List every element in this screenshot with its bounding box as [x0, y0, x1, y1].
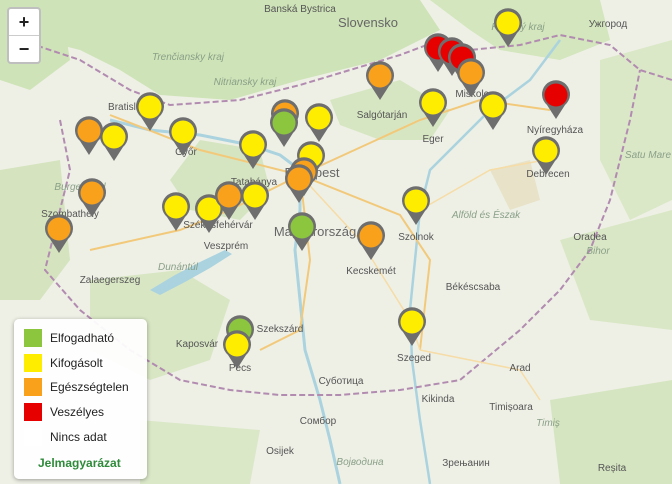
- zoom-control: + −: [7, 7, 41, 64]
- place-label: Војводина: [336, 457, 384, 468]
- place-label: Kikinda: [422, 394, 455, 405]
- place-label: Суботица: [319, 375, 364, 387]
- legend-toggle-link[interactable]: Jelmagyarázat: [38, 456, 121, 470]
- place-label: Osijek: [266, 446, 295, 457]
- place-label: Zalaegerszeg: [80, 275, 141, 286]
- place-label: Зрењанин: [442, 458, 489, 469]
- place-label: Сомбор: [300, 415, 337, 427]
- place-label: Dunántúl: [158, 262, 199, 273]
- legend-label: Egészségtelen: [50, 380, 129, 394]
- legend-panel: Elfogadható Kifogásolt Egészségtelen Ves…: [14, 319, 147, 479]
- legend-label: Veszélyes: [50, 405, 105, 419]
- legend-item-kifogasolt: Kifogásolt: [24, 354, 103, 372]
- place-label: Timiș: [536, 418, 560, 429]
- place-label: Timișoara: [489, 402, 533, 413]
- place-label: Eger: [422, 134, 444, 145]
- place-label: Arad: [509, 363, 530, 374]
- place-label: Szekszárd: [257, 324, 304, 335]
- place-label: Szolnok: [398, 232, 435, 243]
- legend-item-nincs-adat: Nincs adat: [24, 428, 107, 446]
- place-label: Salgótarján: [357, 110, 408, 121]
- place-label: Satu Mare: [625, 150, 672, 161]
- place-label: Ужгород: [589, 19, 628, 30]
- place-label: Kaposvár: [176, 339, 219, 350]
- legend-label: Elfogadható: [50, 331, 115, 345]
- place-label: Székesfehérvár: [183, 220, 253, 231]
- place-label: Nyíregyháza: [527, 125, 584, 136]
- legend-item-elfogadhato: Elfogadható: [24, 329, 114, 347]
- place-label: Nitriansky kraj: [214, 77, 278, 88]
- place-label: Bihor: [586, 246, 610, 257]
- place-label: Kecskemét: [346, 266, 396, 277]
- legend-item-egeszsegtelen: Egészségtelen: [24, 378, 129, 396]
- place-label: Pécs: [229, 363, 251, 374]
- place-label: Oradea: [573, 232, 607, 243]
- place-label: Slovensko: [338, 15, 398, 30]
- place-label: Szeged: [397, 353, 431, 364]
- legend-label: Kifogásolt: [50, 356, 103, 370]
- place-label: Trenčiansky kraj: [152, 52, 225, 63]
- legend-swatch: [24, 378, 42, 396]
- legend-item-veszelyes: Veszélyes: [24, 403, 104, 421]
- zoom-in-button[interactable]: +: [9, 9, 39, 35]
- place-label: Reșita: [598, 463, 627, 474]
- place-label: Alföld és Észak: [451, 208, 521, 221]
- legend-swatch: [24, 428, 42, 446]
- place-label: Békéscsaba: [446, 282, 501, 293]
- place-label: Veszprém: [204, 241, 248, 252]
- place-label: Banská Bystrica: [264, 4, 336, 15]
- legend-swatch: [24, 354, 42, 372]
- legend-swatch: [24, 329, 42, 347]
- zoom-out-button[interactable]: −: [9, 35, 39, 62]
- legend-label: Nincs adat: [50, 430, 107, 444]
- legend-swatch: [24, 403, 42, 421]
